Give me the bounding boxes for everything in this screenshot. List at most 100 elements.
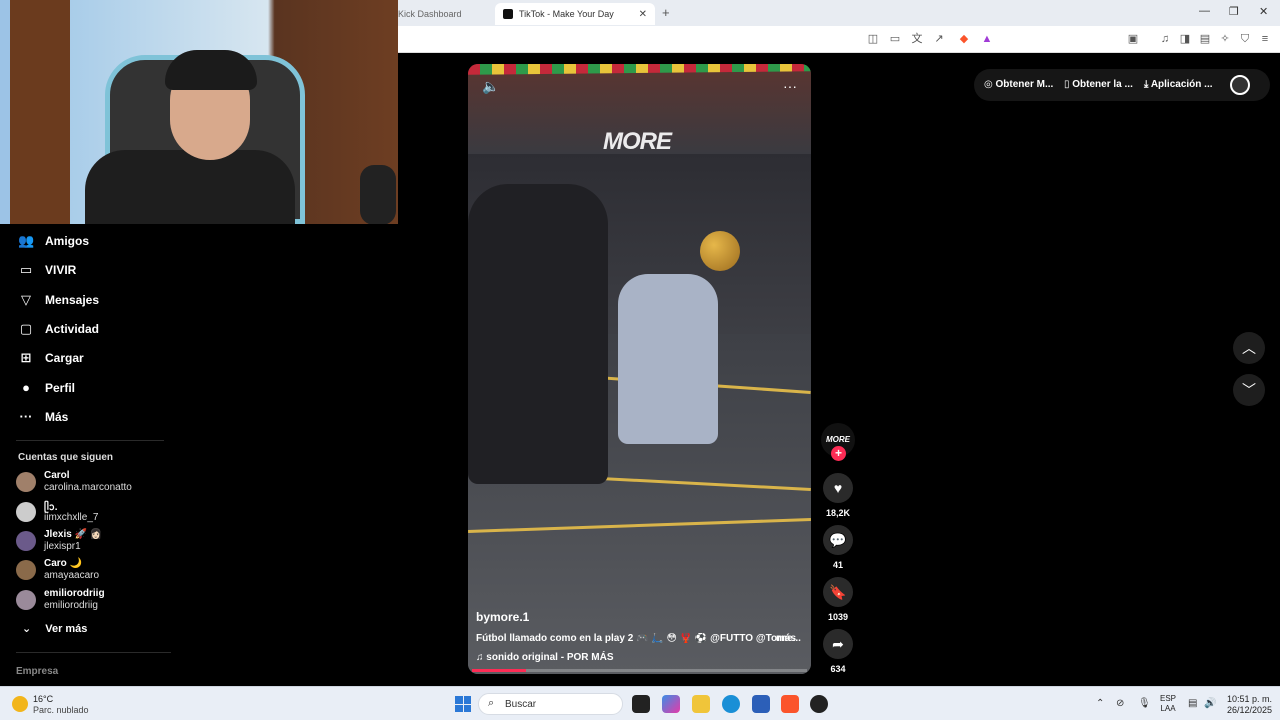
webcam-door <box>10 0 70 224</box>
panel-icon[interactable]: ◨ <box>1178 32 1192 46</box>
share-button[interactable]: ➦ <box>823 629 853 659</box>
tray-chevron-up-icon[interactable]: ⌃ <box>1096 698 1104 709</box>
comment-count: 41 <box>832 560 843 570</box>
chevron-down-icon: ﹀ <box>1242 382 1256 398</box>
minimize-button[interactable]: — <box>1199 5 1210 17</box>
save-count: 1039 <box>827 612 849 622</box>
sidebar-item-label: VIVIR <box>45 263 77 277</box>
edge-icon[interactable] <box>722 695 740 713</box>
following-title: Cuentas que siguen <box>18 452 114 463</box>
profile-avatar-button[interactable] <box>1230 75 1250 95</box>
follow-button[interactable]: + <box>831 446 846 461</box>
sidebar: 👥 Amigos ▭ VIVIR ▽ Mensajes ▢ Actividad … <box>4 224 398 686</box>
following-account[interactable]: Carol carolina.marconatto <box>16 470 196 498</box>
clock-date: 26/12/2025 <box>1226 705 1272 715</box>
next-video-button[interactable]: ﹀ <box>1233 374 1265 406</box>
following-account[interactable]: Jlexis 🚀 👩🏻 jlexispr1 <box>16 529 196 557</box>
main-feed: MORE 🔈 ··· bymore.1 Fútbol llamado como … <box>398 53 1280 686</box>
mute-icon[interactable]: 🔈 <box>482 78 499 95</box>
caption-text: Fútbol llamado como en la play 2 🎮 🛴 😳 🦞… <box>476 633 801 644</box>
account-username: jlexispr1 <box>44 541 81 552</box>
following-account[interactable]: Caro 🌙 amayaacaro <box>16 558 196 586</box>
sidebar-item-activity[interactable]: ▢ Actividad <box>18 317 99 341</box>
system-clock[interactable]: 10:51 p. m. 26/12/2025 <box>1222 694 1272 716</box>
store-icon[interactable] <box>752 695 770 713</box>
see-more-button[interactable]: ⌄ Ver más <box>22 622 87 636</box>
new-tab-button[interactable]: + <box>662 5 670 20</box>
chevron-down-icon: ⌄ <box>22 623 32 635</box>
tab-kick-dashboard[interactable]: Kick Dashboard <box>390 3 490 25</box>
rewards-icon[interactable]: ▲ <box>980 32 994 46</box>
avatar <box>16 472 36 492</box>
wallet-icon[interactable]: ▤ <box>1198 32 1212 46</box>
sidebar-item-friends[interactable]: 👥 Amigos <box>18 229 89 253</box>
windows-taskbar: 16°C Parc. nublado ⌕ Buscar ⌃ ⊘ 🎙 ESP LA… <box>0 686 1280 720</box>
video-progress-bar[interactable] <box>472 669 807 672</box>
sidebar-item-more[interactable]: ··· Más <box>18 405 69 429</box>
sidebar-item-live[interactable]: ▭ VIVIR <box>18 258 77 282</box>
app-icon[interactable] <box>810 695 828 713</box>
caption-more-button[interactable]: más <box>776 633 796 644</box>
weather-icon[interactable] <box>12 696 28 712</box>
following-account[interactable]: emiliorodriig emiliorodriig <box>16 588 196 616</box>
media-icon[interactable]: ♫ <box>1158 32 1172 46</box>
footer-company-link[interactable]: Empresa <box>16 666 58 677</box>
comment-button[interactable]: 💬 <box>823 525 853 555</box>
more-options-icon[interactable]: ··· <box>783 78 797 94</box>
divider <box>16 652 171 653</box>
avatar <box>16 560 36 580</box>
microphone-icon[interactable]: 🎙 <box>1138 698 1151 709</box>
restore-button[interactable]: ❐ <box>1229 5 1239 18</box>
sidebar-item-upload[interactable]: ⊞ Cargar <box>18 346 84 370</box>
close-tab-icon[interactable]: ✕ <box>639 9 647 20</box>
coin-icon: ◎ <box>984 79 996 90</box>
video-player[interactable]: MORE 🔈 ··· bymore.1 Fútbol llamado como … <box>468 64 811 674</box>
video-author[interactable]: bymore.1 <box>476 610 529 624</box>
get-app-label: Obtener la ... <box>1072 79 1133 90</box>
close-window-button[interactable]: ✕ <box>1259 5 1268 18</box>
copilot-icon[interactable] <box>662 695 680 713</box>
save-button[interactable]: 🔖 <box>823 577 853 607</box>
following-account[interactable]: ᥫᩣ. iimxchxlle_7 <box>16 500 196 528</box>
file-explorer-icon[interactable] <box>692 695 710 713</box>
leo-ai-icon[interactable]: ✧ <box>1218 32 1232 46</box>
get-coins-link[interactable]: ◎ Obtener M... <box>984 79 1053 90</box>
task-view-icon[interactable] <box>632 695 650 713</box>
activity-icon: ▢ <box>19 321 33 336</box>
get-app-link[interactable]: ▯ Obtener la ... <box>1064 79 1133 90</box>
share-icon[interactable]: ↗ <box>932 32 946 46</box>
previous-video-button[interactable]: ︿ <box>1233 332 1265 364</box>
wifi-icon[interactable]: ▤ <box>1188 698 1197 709</box>
cast-icon[interactable]: ▭ <box>888 32 902 46</box>
network-icon[interactable]: ⊘ <box>1116 698 1124 709</box>
weather-condition: Parc. nublado <box>33 705 89 715</box>
video-logo: MORE <box>603 128 672 155</box>
tab-tiktok[interactable]: TikTok - Make Your Day ✕ <box>495 3 655 25</box>
like-button[interactable]: ♥ <box>823 473 853 503</box>
clock-time: 10:51 p. m. <box>1226 694 1272 704</box>
sidebar-toggle-icon[interactable]: ▣ <box>1126 32 1140 46</box>
language-indicator[interactable]: ESP LAA <box>1160 694 1176 714</box>
webcam-microphone <box>360 165 396 224</box>
sidebar-item-label: Amigos <box>45 234 90 248</box>
video-sound[interactable]: ♫ sonido original - POR MÁS <box>476 652 614 663</box>
video-caption: Fútbol llamado como en la play 2 🎮 🛴 😳 🦞… <box>476 633 806 644</box>
avatar <box>16 531 36 551</box>
start-button[interactable] <box>455 696 471 712</box>
brave-shield-icon[interactable]: ◆ <box>957 32 971 46</box>
sidebar-item-label: Mensajes <box>45 293 100 307</box>
chevron-up-icon: ︿ <box>1242 340 1256 356</box>
translate-icon[interactable]: 文 <box>910 32 924 46</box>
menu-icon[interactable]: ≡ <box>1258 32 1272 46</box>
taskbar-search[interactable]: ⌕ Buscar <box>478 693 623 715</box>
brave-icon[interactable] <box>781 695 799 713</box>
reader-icon[interactable]: ◫ <box>866 32 880 46</box>
webcam-person-body <box>85 150 295 224</box>
download-app-link[interactable]: ⤓ Aplicación ... <box>1144 79 1213 90</box>
friends-icon: 👥 <box>18 233 35 248</box>
sidebar-item-profile[interactable]: ● Perfil <box>18 376 75 400</box>
bookmark-icon: 🔖 <box>829 584 847 600</box>
vpn-icon[interactable]: ⛉ <box>1238 32 1252 46</box>
volume-icon[interactable]: 🔊 <box>1204 698 1216 709</box>
sidebar-item-messages[interactable]: ▽ Mensajes <box>18 288 99 312</box>
